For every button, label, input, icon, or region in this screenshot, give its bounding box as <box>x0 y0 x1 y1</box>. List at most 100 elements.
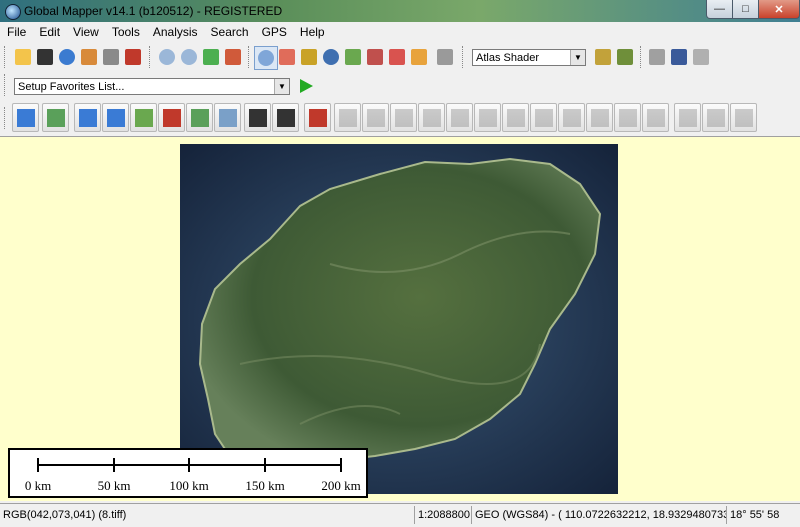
scale-bar: 0 km 50 km 100 km 150 km 200 km <box>8 448 368 498</box>
flag-icon[interactable] <box>646 46 668 68</box>
3d-path-icon[interactable] <box>434 46 456 68</box>
chevron-down-icon[interactable]: ▼ <box>570 50 585 65</box>
save-icon[interactable] <box>34 46 56 68</box>
toolbar-grip[interactable] <box>640 46 644 68</box>
layer-control-icon[interactable] <box>78 46 100 68</box>
status-dms: 18° 55' 58 <box>726 506 800 524</box>
run-favorites-button[interactable] <box>296 76 316 96</box>
feature-info-icon[interactable] <box>320 46 342 68</box>
scale-tick <box>188 458 190 472</box>
status-coordinates: GEO (WGS84) - ( 110.0722632212, 18.93294… <box>471 506 726 524</box>
zoom-full-icon[interactable] <box>200 46 222 68</box>
menu-bar: File Edit View Tools Analysis Search GPS… <box>0 22 800 42</box>
status-scale: 1:2088800 <box>414 506 471 524</box>
join-icon[interactable] <box>418 103 445 132</box>
home-icon[interactable] <box>222 46 244 68</box>
menu-file[interactable]: File <box>0 25 32 39</box>
satellite-image <box>180 144 618 494</box>
smooth-icon[interactable] <box>334 103 361 132</box>
scale-tick <box>113 458 115 472</box>
scale-tick <box>37 458 39 472</box>
main-toolbar: Atlas Shader ▼ <box>0 42 800 72</box>
menu-tools[interactable]: Tools <box>105 25 146 39</box>
toolbar-grip[interactable] <box>248 46 252 68</box>
buffer-icon[interactable] <box>502 103 529 132</box>
shader-select[interactable]: Atlas Shader ▼ <box>472 49 586 66</box>
scale-label: 150 km <box>245 478 285 493</box>
merge-icon[interactable] <box>614 103 641 132</box>
status-bar: RGB(042,073,041) (8.tiff) 1:2088800 GEO … <box>0 503 800 527</box>
move-icon[interactable] <box>674 103 701 132</box>
map-catalog-icon[interactable] <box>668 46 690 68</box>
crop-icon[interactable] <box>362 103 389 132</box>
create-area-icon[interactable] <box>12 103 39 132</box>
toolbar-grip[interactable] <box>4 46 8 68</box>
grid-icon[interactable] <box>214 103 241 132</box>
scale-label: 100 km <box>169 478 209 493</box>
offset-icon[interactable] <box>558 103 585 132</box>
trace-icon[interactable] <box>304 103 331 132</box>
edit-area-icon[interactable] <box>42 103 69 132</box>
menu-view[interactable]: View <box>66 25 105 39</box>
view-shed-icon[interactable] <box>364 46 386 68</box>
edit-multi-icon[interactable] <box>530 103 557 132</box>
combine2-icon[interactable] <box>474 103 501 132</box>
menu-edit[interactable]: Edit <box>32 25 66 39</box>
pan-tool-icon[interactable] <box>276 46 298 68</box>
shader-settings-icon[interactable] <box>592 46 614 68</box>
island-shape <box>180 144 618 494</box>
config-icon[interactable] <box>122 46 144 68</box>
toolbar-grip[interactable] <box>4 74 8 96</box>
window-title: Global Mapper v14.1 (b120512) - REGISTER… <box>24 4 283 18</box>
map-view[interactable]: 0 km 50 km 100 km 150 km 200 km <box>0 137 800 501</box>
scale-tick <box>264 458 266 472</box>
zoom-tool-icon[interactable] <box>254 46 278 70</box>
favorites-select[interactable]: Setup Favorites List... ▼ <box>14 78 290 95</box>
rotate-icon[interactable] <box>702 103 729 132</box>
favorites-select-value: Setup Favorites List... <box>18 81 125 93</box>
append-icon[interactable] <box>158 103 185 132</box>
play-icon <box>300 79 313 93</box>
pick-icon[interactable] <box>586 103 613 132</box>
3d-view-icon[interactable] <box>614 46 636 68</box>
download-icon[interactable] <box>408 46 430 68</box>
globe-icon[interactable] <box>56 46 78 68</box>
app-icon <box>5 4 21 20</box>
menu-analysis[interactable]: Analysis <box>146 25 204 39</box>
undo-icon[interactable] <box>730 103 757 132</box>
toolbar-grip[interactable] <box>462 46 466 68</box>
status-pixel-value: RGB(042,073,041) (8.tiff) <box>3 509 127 521</box>
zoom-out-icon[interactable] <box>178 46 200 68</box>
open-folder-icon[interactable] <box>12 46 34 68</box>
measure-tool-icon[interactable] <box>298 46 320 68</box>
toolbar-grip[interactable] <box>4 107 8 129</box>
menu-search[interactable]: Search <box>204 25 255 39</box>
path-profile-icon[interactable] <box>342 46 364 68</box>
favorites-toolbar: Setup Favorites List... ▼ <box>0 72 800 100</box>
scale-label: 50 km <box>97 478 131 493</box>
title-bar: Global Mapper v14.1 (b120512) - REGISTER… <box>0 0 800 22</box>
digitizer-icon[interactable] <box>386 46 408 68</box>
combine-icon[interactable] <box>446 103 473 132</box>
grid-icon[interactable] <box>186 103 213 132</box>
zoom-in-icon[interactable] <box>156 46 178 68</box>
create-line-icon[interactable] <box>74 103 101 132</box>
maximize-button[interactable]: □ <box>732 0 759 19</box>
toolbar-grip[interactable] <box>149 46 153 68</box>
menu-help[interactable]: Help <box>293 25 331 39</box>
line-vertex-icon[interactable] <box>272 103 299 132</box>
point-edit-icon[interactable] <box>244 103 271 132</box>
split-icon[interactable] <box>390 103 417 132</box>
minimize-button[interactable]: — <box>706 0 733 19</box>
scale-tick <box>340 458 342 472</box>
chevron-down-icon[interactable]: ▼ <box>274 79 289 94</box>
shape-icon[interactable] <box>642 103 669 132</box>
create-contour-icon[interactable] <box>102 103 129 132</box>
digitizer-toolbar <box>0 100 800 137</box>
menu-gps[interactable]: GPS <box>255 25 293 39</box>
dynamic-icon[interactable] <box>690 46 712 68</box>
print-icon[interactable] <box>100 46 122 68</box>
close-button[interactable]: ✕ <box>758 0 800 19</box>
scale-label: 200 km <box>321 478 361 493</box>
attribute-icon[interactable] <box>130 103 157 132</box>
